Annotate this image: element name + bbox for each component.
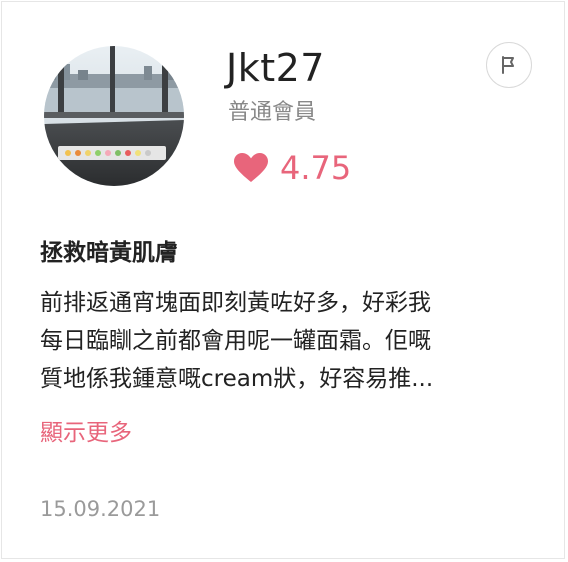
- user-rating: 4.75: [234, 148, 351, 188]
- avatar-photo: [44, 46, 184, 186]
- review-body-line: 前排返通宵塊面即刻黃咗好多，好彩我: [40, 290, 431, 316]
- review-body: 前排返通宵塊面即刻黃咗好多，好彩我 每日臨瞓之前都會用呢一罐面霜。佢嘅 質地係我…: [40, 284, 526, 398]
- review-body-line: 每日臨瞓之前都會用呢一罐面霜。佢嘅: [40, 328, 431, 354]
- review-date: 15.09.2021: [40, 497, 161, 521]
- user-avatar[interactable]: [44, 46, 184, 186]
- member-level: 普通會員: [228, 100, 317, 125]
- username[interactable]: Jkt27: [226, 42, 325, 94]
- flag-icon: [502, 56, 514, 74]
- show-more-link[interactable]: 顯示更多: [40, 414, 132, 452]
- review-card: Jkt27 普通會員 4.75 拯救暗黃肌膚 前排返通宵塊面即刻黃咗好多，好彩我…: [1, 1, 565, 559]
- review-body-line: 質地係我鍾意嘅cream狀，好容易推...: [40, 366, 434, 392]
- review-title: 拯救暗黃肌膚: [40, 240, 178, 266]
- rating-value: 4.75: [280, 149, 352, 187]
- heart-icon: [234, 153, 268, 182]
- report-button[interactable]: [486, 42, 532, 88]
